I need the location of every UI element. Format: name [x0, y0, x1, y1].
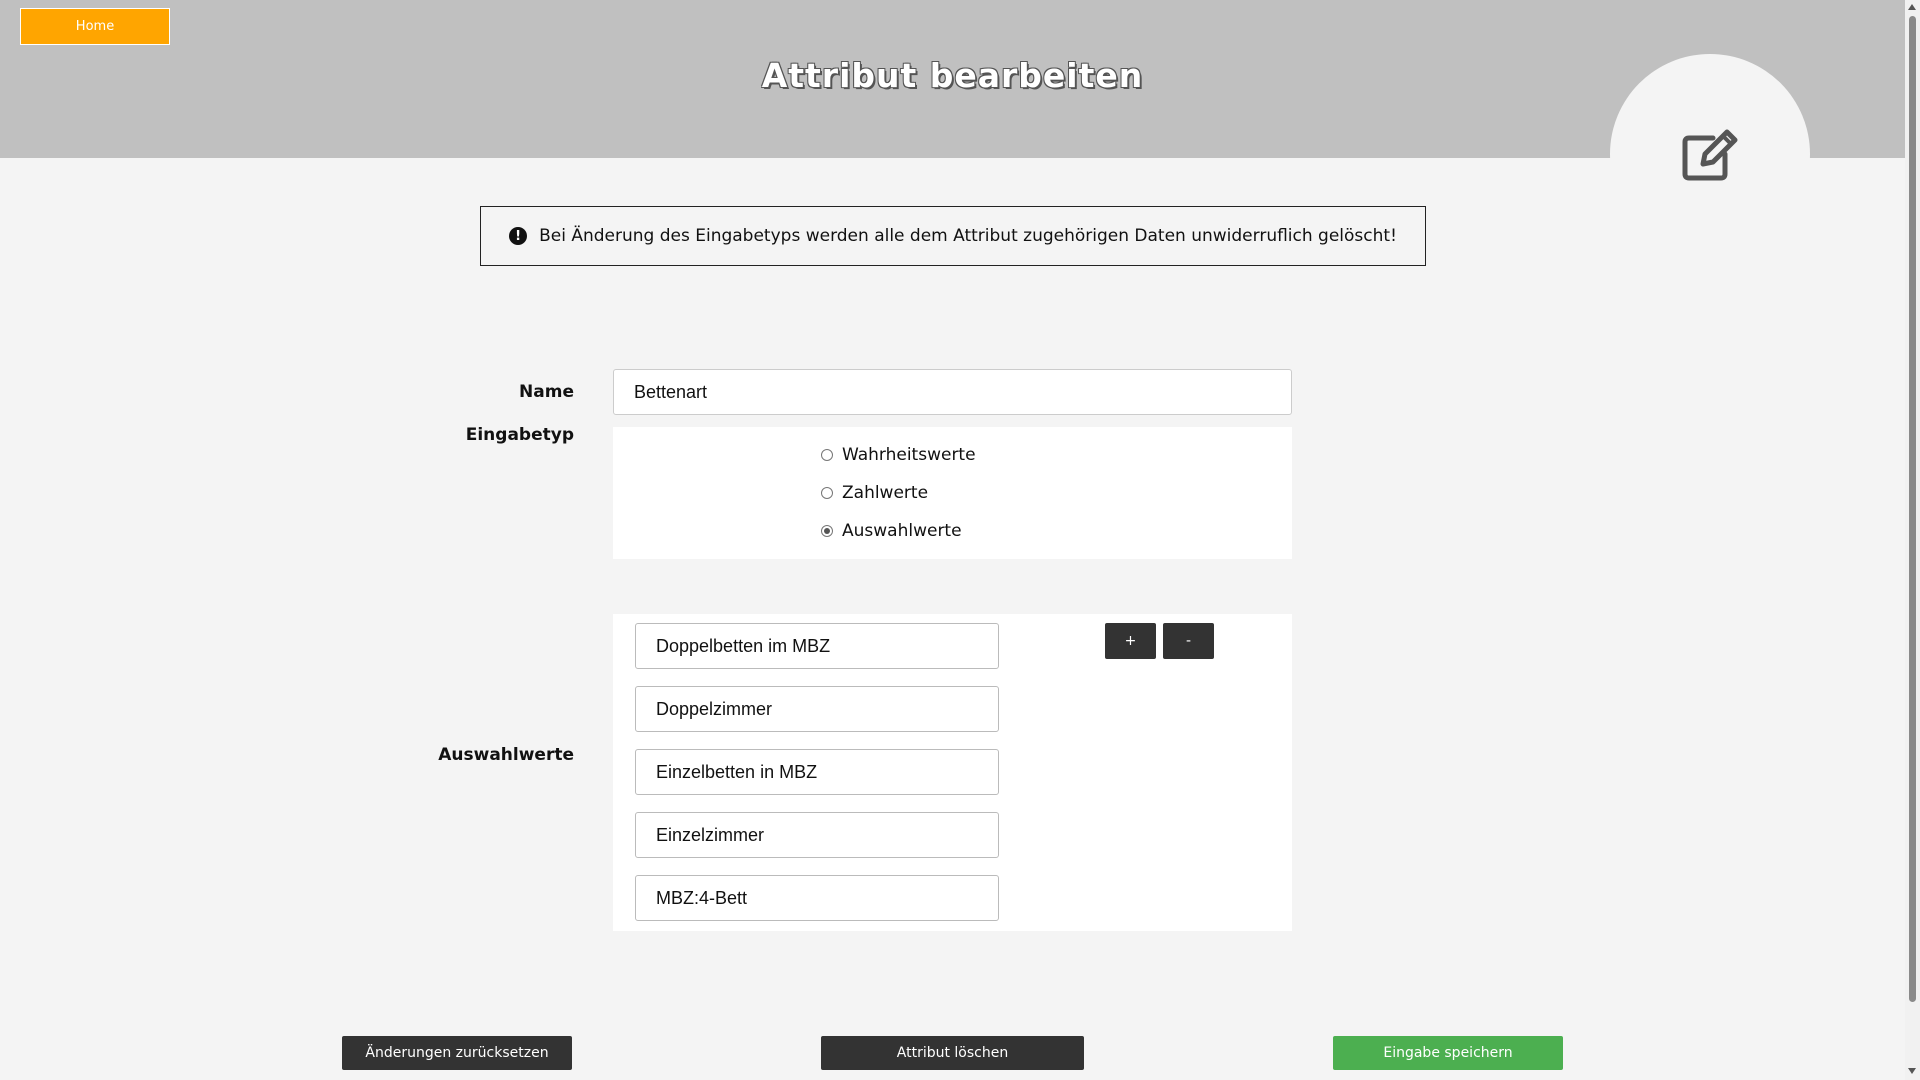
- radio-wahrheitswerte[interactable]: Wahrheitswerte: [821, 445, 976, 465]
- page-title: Attribut bearbeiten: [761, 56, 1144, 95]
- radio-label: Wahrheitswerte: [842, 445, 976, 465]
- warning-message: ! Bei Änderung des Eingabetyps werden al…: [480, 206, 1426, 266]
- exclamation-circle-icon: !: [509, 227, 528, 245]
- radio-zahlwerte[interactable]: Zahlwerte: [821, 483, 928, 503]
- scroll-down-arrow-icon[interactable]: [1908, 1068, 1916, 1074]
- warning-text: Bei Änderung des Eingabetyps werden alle…: [539, 226, 1397, 246]
- radio-label: Auswahlwerte: [842, 521, 962, 541]
- radio-button[interactable]: [821, 487, 833, 499]
- remove-option-button[interactable]: -: [1163, 623, 1214, 659]
- delete-attribute-button[interactable]: Attribut löschen: [821, 1036, 1084, 1070]
- radio-button-checked[interactable]: [821, 525, 833, 537]
- option-input[interactable]: [635, 875, 999, 921]
- option-input[interactable]: [635, 749, 999, 795]
- scrollbar-thumb[interactable]: [1909, 16, 1916, 1002]
- radio-auswahlwerte[interactable]: Auswahlwerte: [821, 521, 962, 541]
- edit-icon-badge: [1610, 54, 1810, 254]
- radio-button[interactable]: [821, 449, 833, 461]
- name-label: Name: [519, 382, 574, 402]
- save-button[interactable]: Eingabe speichern: [1333, 1036, 1563, 1070]
- option-input[interactable]: [635, 686, 999, 732]
- vertical-scrollbar[interactable]: [1905, 0, 1920, 1080]
- add-option-button[interactable]: +: [1105, 623, 1156, 659]
- options-label: Auswahlwerte: [438, 745, 574, 765]
- edit-icon: [1682, 129, 1738, 181]
- options-panel: + -: [613, 614, 1292, 931]
- radio-label: Zahlwerte: [842, 483, 929, 503]
- option-input[interactable]: [635, 812, 999, 858]
- input-type-group: Wahrheitswerte Zahlwerte Auswahlwerte: [613, 427, 1292, 559]
- option-input[interactable]: [635, 623, 999, 669]
- scroll-up-arrow-icon[interactable]: [1908, 4, 1916, 10]
- name-input[interactable]: [613, 369, 1292, 415]
- home-button[interactable]: Home: [20, 8, 170, 45]
- type-label: Eingabetyp: [465, 425, 574, 445]
- reset-changes-button[interactable]: Änderungen zurücksetzen: [342, 1036, 572, 1070]
